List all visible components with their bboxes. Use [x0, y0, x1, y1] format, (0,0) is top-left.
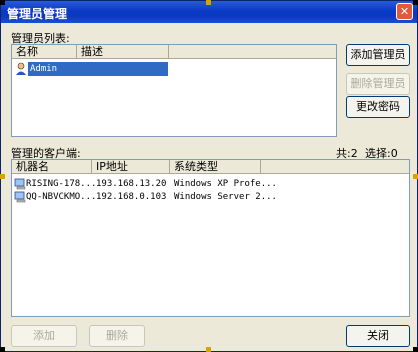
resize-handle[interactable]	[0, 347, 5, 352]
client-machine: RISING-178...	[26, 179, 97, 189]
resize-handle[interactable]	[413, 174, 418, 179]
client-ip: 193.168.13.20	[96, 179, 167, 189]
column-header-os[interactable]: 系统类型	[170, 160, 261, 174]
client-row[interactable]: QQ-NBVCKMO... 192.168.0.103 Windows Serv…	[14, 190, 404, 204]
change-password-button[interactable]: 更改密码	[346, 96, 410, 118]
delete-client-button[interactable]: 删除	[89, 325, 145, 347]
add-client-button[interactable]: 添加	[11, 325, 77, 347]
column-header-description[interactable]: 描述	[77, 45, 169, 59]
resize-handle[interactable]	[413, 0, 418, 5]
close-window-button[interactable]: ✕	[396, 3, 413, 20]
column-header-name[interactable]: 名称	[12, 45, 77, 59]
close-button[interactable]: 关闭	[346, 325, 410, 347]
client-os: Windows Server 2...	[174, 192, 277, 202]
column-header-filler	[169, 45, 336, 59]
client-row[interactable]: RISING-178... 193.168.13.20 Windows XP P…	[14, 177, 404, 191]
user-icon	[16, 62, 26, 75]
resize-handle[interactable]	[206, 347, 211, 352]
add-admin-button[interactable]: 添加管理员	[346, 44, 410, 66]
admin-row[interactable]: Admin	[14, 62, 168, 76]
resize-handle[interactable]	[0, 174, 5, 179]
resize-handle[interactable]	[0, 0, 5, 5]
client-list[interactable]: 机器名 IP地址 系统类型 RISING-178... 193.168.13.2…	[11, 159, 410, 317]
column-header-ip[interactable]: IP地址	[92, 160, 170, 174]
delete-admin-button[interactable]: 删除管理员	[346, 73, 410, 95]
client-os: Windows XP Profe...	[174, 179, 277, 189]
client-machine: QQ-NBVCKMO...	[26, 192, 97, 202]
resize-handle[interactable]	[413, 347, 418, 352]
client-ip: 192.168.0.103	[96, 192, 167, 202]
window-title: 管理员管理	[7, 7, 68, 21]
admin-list[interactable]: 名称 描述 Admin	[11, 44, 337, 137]
admin-name: Admin	[28, 62, 168, 76]
admin-management-window: 管理员管理 ✕ 管理员列表: 名称 描述 Admin 添加管理员 删除管理员 更…	[0, 0, 418, 352]
column-header-machine[interactable]: 机器名	[12, 160, 92, 174]
column-header-filler	[261, 160, 409, 174]
resize-handle[interactable]	[206, 0, 211, 5]
